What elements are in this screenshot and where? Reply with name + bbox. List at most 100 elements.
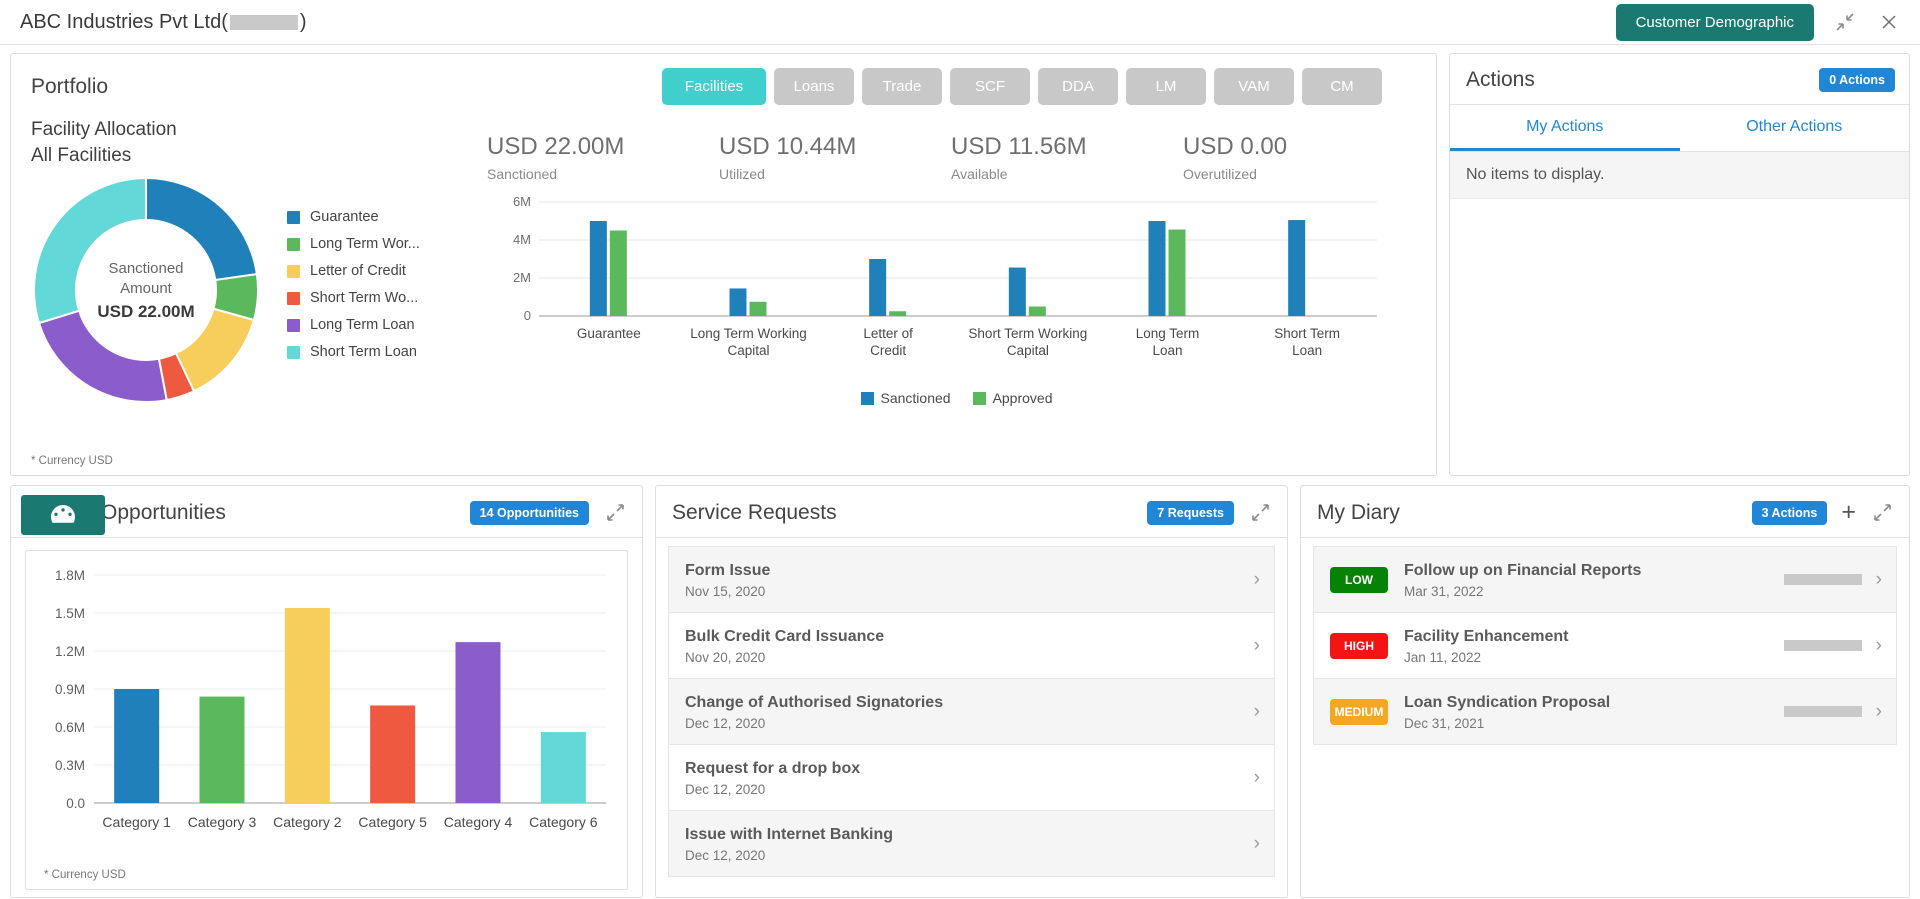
chevron-right-icon[interactable]: ›	[1254, 636, 1260, 655]
kpi-overutilized: USD 0.00 Overutilized	[1183, 131, 1415, 182]
service-request-row[interactable]: Issue with Internet Banking Dec 12, 2020 ›	[668, 810, 1275, 877]
svg-text:Category 2: Category 2	[273, 814, 342, 830]
bar-legend-item[interactable]: Approved	[972, 390, 1053, 406]
bar-chart-legend: Sanctioned Approved	[487, 390, 1426, 406]
diary-row[interactable]: HIGH Facility Enhancement Jan 11, 2022 ›	[1313, 612, 1897, 678]
tab-vam[interactable]: VAM	[1214, 68, 1294, 105]
expand-arrows-icon[interactable]	[1248, 500, 1273, 525]
my-diary-title: My Diary	[1317, 500, 1400, 524]
service-request-content: Request for a drop box Dec 12, 2020	[685, 758, 1254, 797]
tab-scf[interactable]: SCF	[950, 68, 1030, 105]
collapse-arrows-icon[interactable]	[1832, 9, 1858, 35]
facility-allocation-donut[interactable]: Sanctioned Amount USD 22.00M	[31, 175, 261, 405]
service-requests-header-actions: 7 Requests	[1147, 500, 1273, 525]
company-name-close: )	[299, 10, 307, 33]
my-diary-count-badge: 3 Actions	[1751, 500, 1828, 525]
expand-arrows-icon[interactable]	[1870, 500, 1895, 525]
service-request-content: Issue with Internet Banking Dec 12, 2020	[685, 824, 1254, 863]
tab-dda[interactable]: DDA	[1038, 68, 1118, 105]
legend-item[interactable]: Long Term Wor...	[287, 236, 420, 252]
tab-lm[interactable]: LM	[1126, 68, 1206, 105]
diary-date: Mar 31, 2022	[1404, 584, 1484, 599]
close-icon[interactable]	[1876, 9, 1902, 35]
opportunities-chart-box[interactable]: 0.0 0.3M 0.6M 0.9M 1.2M 1.5M 1.8M Category 1 Cat…	[25, 550, 628, 890]
facility-allocation-section: Facility Allocation All Facilities Sanct…	[11, 117, 481, 475]
expand-arrows-icon[interactable]	[603, 500, 628, 525]
portfolio-header: Portfolio Facilities Loans Trade SCF DDA…	[11, 54, 1436, 117]
kpi-row: USD 22.00M Sanctioned USD 10.44M Utilize…	[487, 117, 1426, 182]
bar-legend-item[interactable]: Sanctioned	[860, 390, 951, 406]
chevron-right-icon[interactable]: ›	[1254, 768, 1260, 787]
diary-row[interactable]: MEDIUM Loan Syndication Proposal Dec 31, 2…	[1313, 678, 1897, 745]
diary-date: Dec 31, 2021	[1404, 716, 1485, 731]
legend-swatch	[972, 391, 986, 405]
kpi-available: USD 11.56M Available	[951, 131, 1183, 182]
tab-facilities[interactable]: Facilities	[662, 68, 766, 105]
tab-trade[interactable]: Trade	[862, 68, 942, 105]
kpi-sanctioned: USD 22.00M Sanctioned	[487, 131, 719, 182]
kpi-overutilized-value: USD 0.00	[1183, 133, 1288, 160]
service-request-row[interactable]: Request for a drop box Dec 12, 2020 ›	[668, 744, 1275, 810]
service-request-date: Dec 12, 2020	[685, 782, 766, 797]
gauge-icon	[21, 495, 105, 535]
legend-item[interactable]: Short Term Wo...	[287, 290, 420, 306]
legend-label: Short Term Wo...	[310, 290, 419, 306]
actions-tabs: My Actions Other Actions	[1450, 105, 1909, 152]
svg-text:0.3M: 0.3M	[55, 758, 85, 773]
svg-text:6M: 6M	[513, 194, 531, 209]
svg-text:Loan: Loan	[1152, 343, 1182, 358]
kpi-utilized: USD 10.44M Utilized	[719, 131, 951, 182]
donut-center-amount: USD 22.00M	[97, 301, 195, 321]
chevron-right-icon[interactable]: ›	[1254, 834, 1260, 853]
svg-text:4M: 4M	[513, 232, 531, 247]
legend-item[interactable]: Letter of Credit	[287, 263, 420, 279]
facility-bar-chart[interactable]: 0 2M 4M 6M Guarantee Long Term Working Capital…	[487, 188, 1426, 475]
service-request-row[interactable]: Bulk Credit Card Issuance Nov 20, 2020 ›	[668, 612, 1275, 678]
actions-empty-message: No items to display.	[1450, 152, 1909, 199]
diary-row[interactable]: LOW Follow up on Financial Reports Mar 31,…	[1313, 546, 1897, 612]
chevron-right-icon[interactable]: ›	[1254, 570, 1260, 589]
service-request-row[interactable]: Form Issue Nov 15, 2020 ›	[668, 546, 1275, 612]
chevron-right-icon[interactable]: ›	[1876, 636, 1882, 655]
tab-loans[interactable]: Loans	[774, 68, 854, 105]
bottom-row: Opportunities 14 Opportunities 0.0 0.3M …	[10, 485, 1910, 898]
service-request-date: Dec 12, 2020	[685, 716, 766, 731]
legend-item[interactable]: Long Term Loan	[287, 317, 420, 333]
portfolio-metrics-section: USD 22.00M Sanctioned USD 10.44M Utilize…	[481, 117, 1426, 475]
diary-content: Facility Enhancement Jan 11, 2022	[1404, 626, 1784, 665]
portfolio-tabs: Facilities Loans Trade SCF DDA LM VAM CM	[662, 68, 1420, 105]
svg-text:Category 6: Category 6	[529, 814, 598, 830]
diary-title: Loan Syndication Proposal	[1404, 694, 1611, 711]
opportunities-bar-chart[interactable]: 0.0 0.3M 0.6M 0.9M 1.2M 1.5M 1.8M Category 1 Cat…	[26, 551, 627, 845]
svg-text:Short Term: Short Term	[1274, 326, 1340, 341]
legend-item[interactable]: Short Term Loan	[287, 344, 420, 360]
service-request-date: Nov 15, 2020	[685, 584, 766, 599]
chevron-right-icon[interactable]: ›	[1876, 570, 1882, 589]
svg-text:Capital: Capital	[727, 343, 769, 358]
service-request-date: Dec 12, 2020	[685, 848, 766, 863]
svg-text:Loan: Loan	[1292, 343, 1322, 358]
tab-cm[interactable]: CM	[1302, 68, 1382, 105]
customer-demographic-button[interactable]: Customer Demographic	[1615, 3, 1814, 41]
title-bar: ABC Industries Pvt Ltd() Customer Demogr…	[0, 0, 1920, 45]
chevron-right-icon[interactable]: ›	[1254, 702, 1260, 721]
priority-badge: HIGH	[1330, 632, 1388, 659]
legend-label: Approved	[992, 390, 1053, 406]
kpi-utilized-value: USD 10.44M	[719, 133, 857, 160]
redacted-diary-value	[1783, 640, 1862, 651]
portfolio-title: Portfolio	[31, 74, 109, 98]
svg-text:Guarantee: Guarantee	[577, 326, 641, 341]
company-name: ABC Industries Pvt Ltd(	[20, 10, 228, 33]
plus-icon[interactable]: +	[1841, 500, 1856, 525]
tab-other-actions[interactable]: Other Actions	[1680, 105, 1910, 151]
svg-text:0.9M: 0.9M	[55, 682, 85, 697]
svg-text:Category 3: Category 3	[188, 814, 257, 830]
opportunities-count-badge: 14 Opportunities	[469, 500, 589, 525]
chevron-right-icon[interactable]: ›	[1876, 702, 1882, 721]
service-request-row[interactable]: Change of Authorised Signatories Dec 12, …	[668, 678, 1275, 744]
opportunities-currency-footnote: * Currency USD	[44, 869, 126, 881]
legend-label: Long Term Wor...	[310, 236, 420, 252]
legend-item[interactable]: Guarantee	[287, 209, 420, 225]
legend-swatch	[287, 291, 300, 305]
tab-my-actions[interactable]: My Actions	[1450, 105, 1680, 151]
